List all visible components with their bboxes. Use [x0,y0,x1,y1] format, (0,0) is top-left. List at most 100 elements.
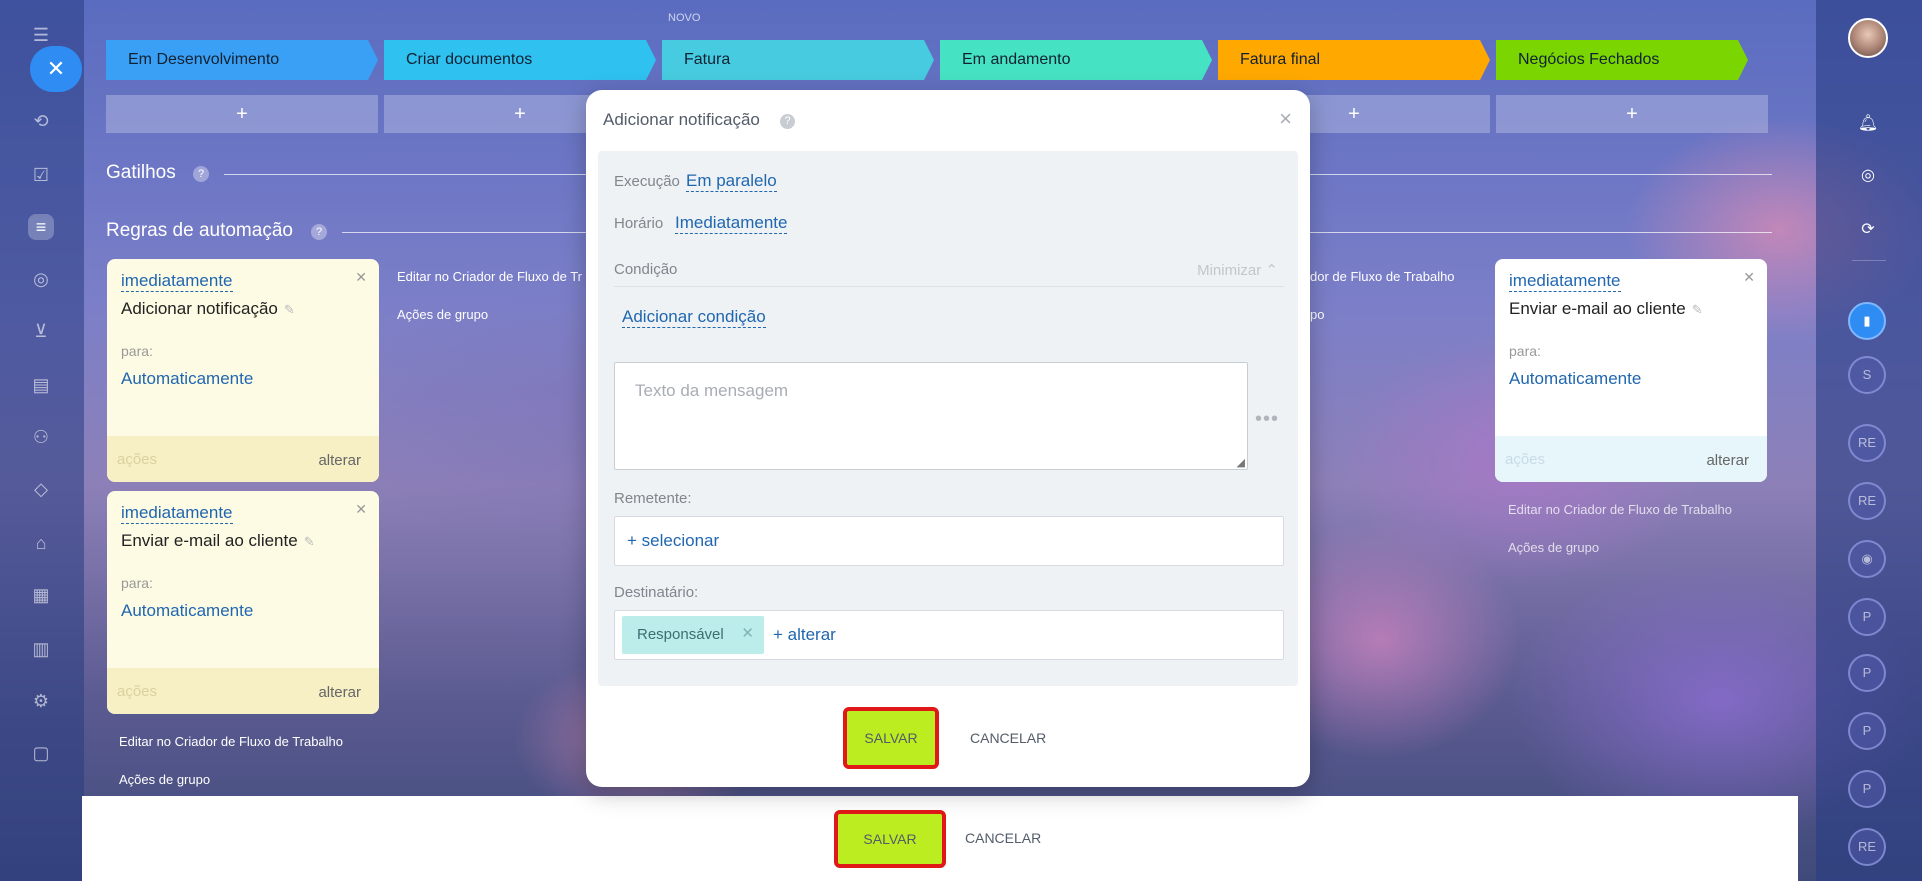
stage-em-desenvolvimento[interactable]: Em Desenvolvimento [106,40,378,80]
dialog-title: Adicionar notificação [603,110,760,129]
chat-avatar[interactable]: P [1848,598,1886,636]
recipient-label: Destinatário: [614,584,699,601]
menu-icon[interactable]: ☰ [28,22,54,48]
change-link[interactable]: alterar [318,452,361,469]
change-link[interactable]: alterar [318,684,361,701]
tasks-icon[interactable]: ☑ [28,162,54,188]
chat-sync-icon[interactable]: ⟳ [1852,214,1884,246]
rule-name: Adicionar notificação ✎ [121,299,295,319]
calendar-icon[interactable]: ▦ [28,582,54,608]
settings-icon[interactable]: ⚙ [28,688,54,714]
user-avatar[interactable] [1848,18,1888,58]
pencil-icon[interactable]: ✎ [304,534,315,549]
rule-name: Enviar e-mail ao cliente ✎ [1509,299,1703,319]
target-icon[interactable]: ◎ [28,266,54,292]
pencil-icon[interactable]: ✎ [284,302,295,317]
analytics-icon[interactable]: ▥ [28,636,54,662]
chat-avatar[interactable]: RE [1848,424,1886,462]
left-sidebar: ☰ ✕ ⟲ ☑ ≡ ◎ ⊻ ▤ ⚇ ◇ ⌂ ▦ ▥ ⚙ ▢ [0,0,84,881]
help-icon[interactable]: ? [780,114,795,129]
minimize-link[interactable]: Minimizar ⌃ [1197,261,1278,279]
robot-icon[interactable]: ⚇ [28,424,54,450]
divider [224,174,586,175]
group-actions-link[interactable]: Ações de grupo [119,772,210,787]
chat-avatar[interactable]: S [1848,356,1886,394]
schedule-value-link[interactable]: Imediatamente [675,213,788,234]
rule-card-send-email[interactable]: imediatamente Enviar e-mail ao cliente ✎ … [107,491,379,714]
rule-target-link[interactable]: Automaticamente [121,601,253,621]
select-sender-link[interactable]: + selecionar [627,531,719,551]
close-icon[interactable]: ✕ [355,269,367,286]
edit-workflow-link[interactable]: Editar no Criador de Fluxo de Trabalho [1508,502,1732,517]
rule-card-send-email[interactable]: imediatamente Enviar e-mail ao cliente ✎ … [1495,259,1767,482]
contact-card-icon[interactable]: ▤ [28,372,54,398]
group-actions-link[interactable]: po [1310,307,1324,322]
close-icon[interactable]: × [1279,106,1292,132]
stage-fatura-final[interactable]: Fatura final [1218,40,1490,80]
group-actions-link[interactable]: Ações de grupo [1508,540,1599,555]
rule-card-add-notification[interactable]: imediatamente Adicionar notificação ✎ ✕ p… [107,259,379,482]
document-icon[interactable]: ▢ [28,740,54,766]
minimize-text: Minimizar [1197,262,1262,279]
automation-rules-heading: Regras de automação [106,220,293,241]
change-recipient-link[interactable]: + alterar [773,625,836,645]
change-link[interactable]: alterar [1706,452,1749,469]
cancel-button[interactable]: CANCELAR [965,830,1041,846]
recipient-tag-label: Responsável [637,626,724,643]
target-icon[interactable]: ◎ [1852,160,1884,192]
chat-avatar[interactable]: P [1848,712,1886,750]
chevron-up-icon: ⌃ [1265,262,1278,279]
rule-delay-link[interactable]: imediatamente [1509,271,1621,292]
pencil-icon[interactable]: ✎ [1692,302,1703,317]
help-icon[interactable]: ? [311,224,327,240]
chat-avatar[interactable]: RE [1848,828,1886,866]
recipient-tag[interactable]: Responsável ✕ [622,616,764,654]
resize-handle-icon[interactable]: ◢ [1237,456,1245,469]
cancel-button[interactable]: CANCELAR [970,730,1046,746]
edit-workflow-link[interactable]: dor de Fluxo de Trabalho [1310,269,1455,284]
bookmark-icon[interactable]: ▮ [1848,302,1886,340]
rule-target-link[interactable]: Automaticamente [121,369,253,389]
edit-workflow-link[interactable]: Editar no Criador de Fluxo de Tr [397,269,582,284]
add-condition-link[interactable]: Adicionar condição [622,307,766,328]
group-actions-link[interactable]: Ações de grupo [397,307,488,322]
more-options-icon[interactable]: ••• [1255,408,1279,431]
close-icon[interactable]: ✕ [355,501,367,518]
open-channel-icon[interactable]: ◉ [1848,540,1886,578]
help-icon[interactable]: ? [193,166,209,182]
crm-funnel-icon[interactable]: ≡ [28,214,54,240]
cart-icon[interactable]: ⊻ [28,318,54,344]
close-icon[interactable]: ✕ [1743,269,1755,286]
execution-label: Execução [614,173,680,190]
store-icon[interactable]: ⌂ [28,530,54,556]
rule-name: Enviar e-mail ao cliente ✎ [121,531,315,551]
stage-negocios-fechados[interactable]: Negócios Fechados [1496,40,1748,80]
bell-icon[interactable]: 🔔︎ [1852,108,1884,140]
add-button[interactable]: + [106,95,378,133]
rule-card-footer: ações alterar [107,668,379,714]
edit-workflow-link[interactable]: Editar no Criador de Fluxo de Trabalho [119,734,343,749]
stage-em-andamento[interactable]: Em andamento [940,40,1212,80]
save-button[interactable]: SALVAR [834,810,946,868]
close-slider-button[interactable]: ✕ [30,46,82,92]
activity-icon[interactable]: ⟲ [28,108,54,134]
box-icon[interactable]: ◇ [28,476,54,502]
para-label: para: [121,575,153,591]
rule-delay-link[interactable]: imediatamente [121,271,233,292]
chat-avatar[interactable]: P [1848,770,1886,808]
stage-fatura[interactable]: Fatura [662,40,934,80]
message-textarea[interactable]: Texto da mensagem ◢ [614,362,1248,470]
save-button[interactable]: SALVAR [843,707,939,769]
stage-criar-documentos[interactable]: Criar documentos [384,40,656,80]
recipient-field[interactable]: Responsável ✕ + alterar [614,610,1284,660]
rule-delay-link[interactable]: imediatamente [121,503,233,524]
chat-avatar[interactable]: P [1848,654,1886,692]
remove-tag-icon[interactable]: ✕ [741,624,754,642]
rule-target-link[interactable]: Automaticamente [1509,369,1641,389]
sender-field[interactable]: + selecionar [614,516,1284,566]
bottom-action-bar: SALVAR CANCELAR [82,796,1798,881]
chat-avatar[interactable]: RE [1848,482,1886,520]
sender-label: Remetente: [614,490,692,507]
add-button[interactable]: + [1496,95,1768,133]
execution-value-link[interactable]: Em paralelo [686,171,777,192]
